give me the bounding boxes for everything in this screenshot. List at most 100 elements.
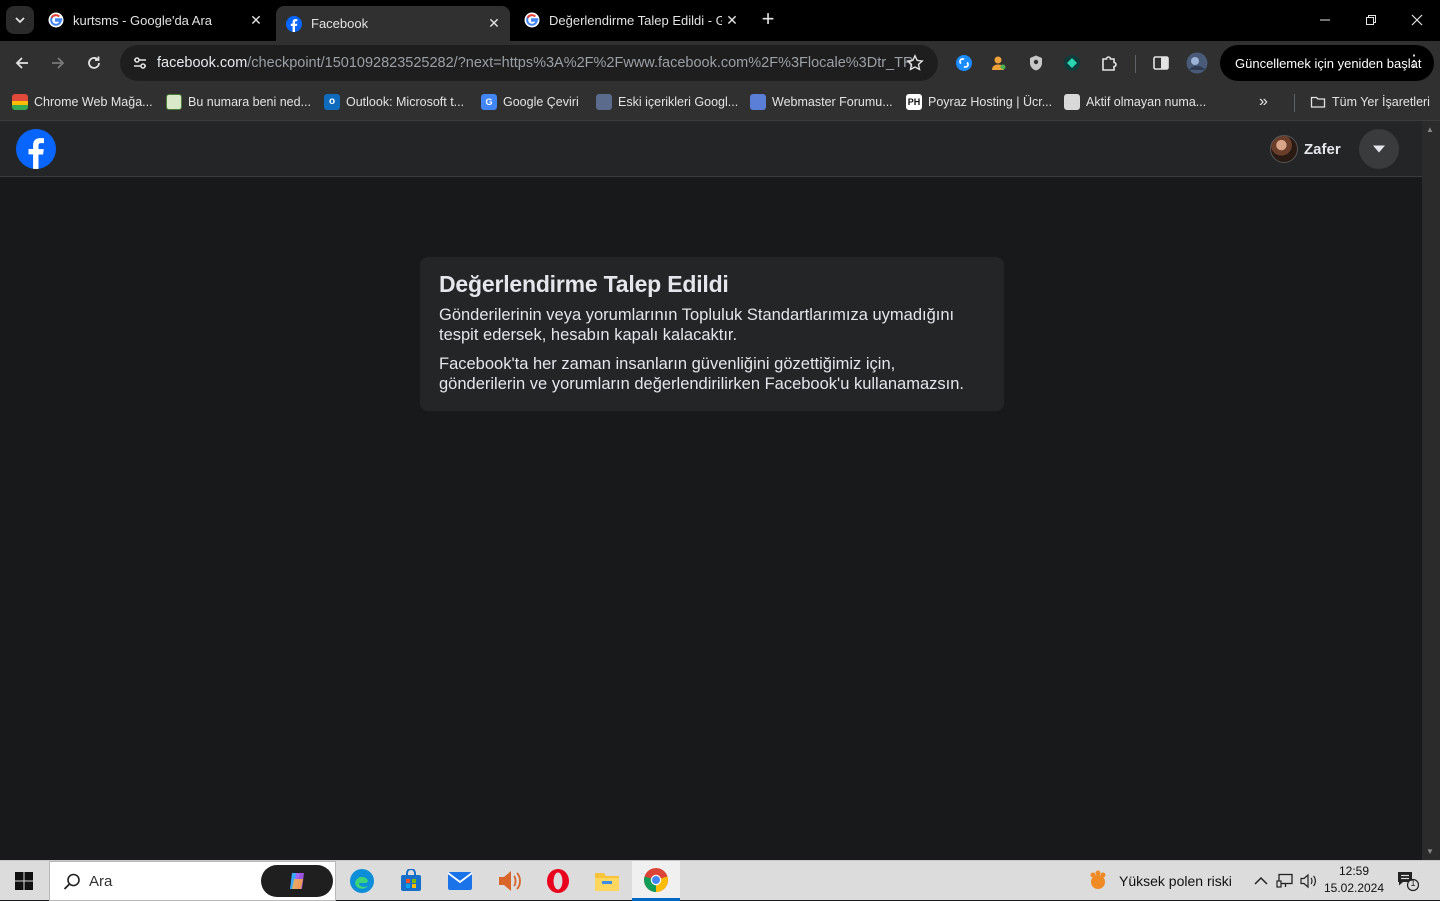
scroll-up-icon[interactable]: ▲ (1426, 125, 1434, 134)
folder-icon (1310, 96, 1326, 108)
volume-icon[interactable] (1299, 872, 1319, 890)
bookmark-label: Eski içerikleri Googl... (618, 95, 739, 109)
back-button[interactable] (8, 49, 36, 77)
weather-widget[interactable]: Yüksek polen riski (1086, 861, 1232, 901)
scroll-down-icon[interactable]: ▼ (1426, 847, 1434, 856)
copilot-button[interactable] (261, 865, 333, 897)
google-icon (48, 12, 64, 28)
close-icon[interactable]: ✕ (246, 10, 266, 30)
tab-google-search[interactable]: kurtsms - Google'da Ara ✕ (38, 5, 272, 35)
bookmark-poyraz-hosting[interactable]: PH Poyraz Hosting | Ücr... (906, 92, 1052, 112)
opera-app-icon[interactable] (534, 861, 582, 901)
network-icon[interactable] (1275, 872, 1295, 890)
webmaster-icon (750, 94, 766, 110)
side-panel-icon[interactable] (1150, 52, 1172, 74)
vpn-extension-icon[interactable] (1061, 52, 1083, 74)
close-icon (1411, 14, 1423, 26)
chrome-app-icon[interactable] (632, 861, 680, 901)
start-button[interactable] (0, 861, 48, 901)
bookmark-bu-numara[interactable]: Bu numara beni ned... (166, 92, 311, 112)
minimize-button[interactable] (1302, 6, 1348, 34)
pollen-icon (1090, 870, 1106, 889)
facebook-page: Zafer Değerlendirme Talep Edildi Gönderi… (0, 121, 1440, 860)
site-info-button[interactable] (126, 49, 154, 77)
url-text[interactable]: facebook.com/checkpoint/1501092823525282… (157, 55, 913, 71)
forward-button[interactable] (44, 49, 72, 77)
bookmark-label: Chrome Web Mağa... (34, 95, 153, 109)
tab-title: Facebook (311, 16, 369, 31)
chevron-double-right-icon[interactable]: » (1259, 93, 1268, 111)
bookmarks-bar: Chrome Web Mağa... Bu numara beni ned...… (0, 85, 1440, 121)
bookmark-eski-icerikler[interactable]: Eski içerikleri Googl... (596, 92, 738, 112)
bookmark-label: Webmaster Forumu... (772, 95, 893, 109)
close-icon[interactable]: ✕ (484, 14, 504, 34)
edge-app-icon[interactable] (338, 861, 386, 901)
review-requested-card: Değerlendirme Talep Edildi Gönderilerini… (420, 257, 1004, 411)
outlook-icon: o (324, 94, 340, 110)
search-placeholder: Ara (89, 873, 113, 890)
shield-extension-icon[interactable] (1025, 52, 1047, 74)
restore-button[interactable] (1348, 6, 1394, 34)
account-menu-button[interactable] (1359, 129, 1399, 169)
google-translate-icon: G (481, 94, 497, 110)
minimize-icon (1320, 19, 1330, 21)
page-scrollbar[interactable]: ▲ ▼ (1422, 121, 1440, 860)
copilot-icon (290, 873, 304, 889)
close-icon[interactable]: ✕ (722, 10, 742, 30)
user-extension-icon[interactable] (987, 52, 1009, 74)
close-window-button[interactable] (1394, 6, 1440, 34)
more-vert-icon[interactable]: ⋮ (1406, 54, 1422, 70)
browser-toolbar: facebook.com/checkpoint/1501092823525282… (0, 41, 1440, 85)
address-bar[interactable]: facebook.com/checkpoint/1501092823525282… (120, 45, 938, 81)
update-label: Güncellemek için yeniden başlat (1235, 55, 1422, 71)
bookmark-outlook[interactable]: o Outlook: Microsoft t... (324, 92, 464, 112)
bookmark-aktif-olmayan[interactable]: Aktif olmayan numa... (1064, 92, 1206, 112)
store-app-icon[interactable] (387, 861, 435, 901)
arrow-right-icon (52, 57, 65, 69)
mail-icon (1064, 94, 1080, 110)
facebook-header: Zafer (0, 121, 1422, 177)
new-tab-button[interactable]: + (756, 8, 780, 32)
reload-icon (88, 56, 100, 69)
site-icon (596, 94, 612, 110)
all-bookmarks-folder[interactable]: Tüm Yer İşaretleri (1310, 92, 1430, 112)
bookmarks-separator (1294, 94, 1295, 112)
bookmark-google-translate[interactable]: G Google Çeviri (481, 92, 579, 112)
url-host: facebook.com (157, 55, 248, 71)
taskbar-search[interactable]: Ara (49, 861, 336, 901)
chevron-up-icon[interactable] (1251, 872, 1271, 890)
facebook-logo-icon[interactable] (16, 129, 56, 169)
bookmark-webmaster[interactable]: Webmaster Forumu... (750, 92, 893, 112)
speaker-app-icon[interactable] (485, 861, 533, 901)
clock-time: 12:59 (1338, 864, 1370, 878)
notification-center-button[interactable]: 1 (1396, 870, 1420, 892)
card-paragraph-1: Gönderilerinin veya yorumlarının Toplulu… (439, 306, 955, 344)
bookmark-star-button[interactable] (904, 52, 926, 74)
shazam-extension-icon[interactable] (953, 52, 975, 74)
card-title: Değerlendirme Talep Edildi (439, 271, 729, 297)
system-clock[interactable]: 12:59 15.02.2024 (1320, 863, 1388, 897)
mail-app-icon[interactable] (436, 861, 484, 901)
url-path: /checkpoint/1501092823525282/?next=https… (247, 55, 914, 71)
arrow-left-icon (15, 57, 28, 69)
card-paragraph-2: Facebook'ta her zaman insanların güvenli… (439, 355, 965, 393)
tab-title: kurtsms - Google'da Ara (73, 12, 213, 28)
clock-date: 15.02.2024 (1323, 881, 1385, 895)
tab-search-button[interactable] (6, 6, 34, 34)
tab-strip: kurtsms - Google'da Ara ✕ Facebook ✕ Değ… (0, 0, 1440, 41)
file-explorer-app-icon[interactable] (583, 861, 631, 901)
ph-icon: PH (906, 94, 922, 110)
profile-avatar-icon[interactable] (1186, 52, 1208, 74)
profile-button[interactable]: Zafer (1264, 129, 1353, 169)
chevron-down-icon (15, 17, 25, 24)
bookmark-label: Poyraz Hosting | Ücr... (928, 95, 1053, 109)
bookmark-chrome-web-store[interactable]: Chrome Web Mağa... (12, 92, 153, 112)
chrome-web-store-icon (12, 94, 28, 110)
bookmark-label: Aktif olmayan numa... (1086, 95, 1207, 109)
update-restart-button[interactable]: Güncellemek için yeniden başlat ⋮ (1220, 45, 1434, 81)
reload-button[interactable] (80, 49, 108, 77)
puzzle-icon[interactable] (1098, 52, 1120, 74)
bookmark-label: Google Çeviri (503, 95, 579, 109)
tab-review-requested[interactable]: Değerlendirme Talep Edildi - Go ✕ (514, 5, 748, 35)
tab-facebook[interactable]: Facebook ✕ (276, 6, 510, 41)
